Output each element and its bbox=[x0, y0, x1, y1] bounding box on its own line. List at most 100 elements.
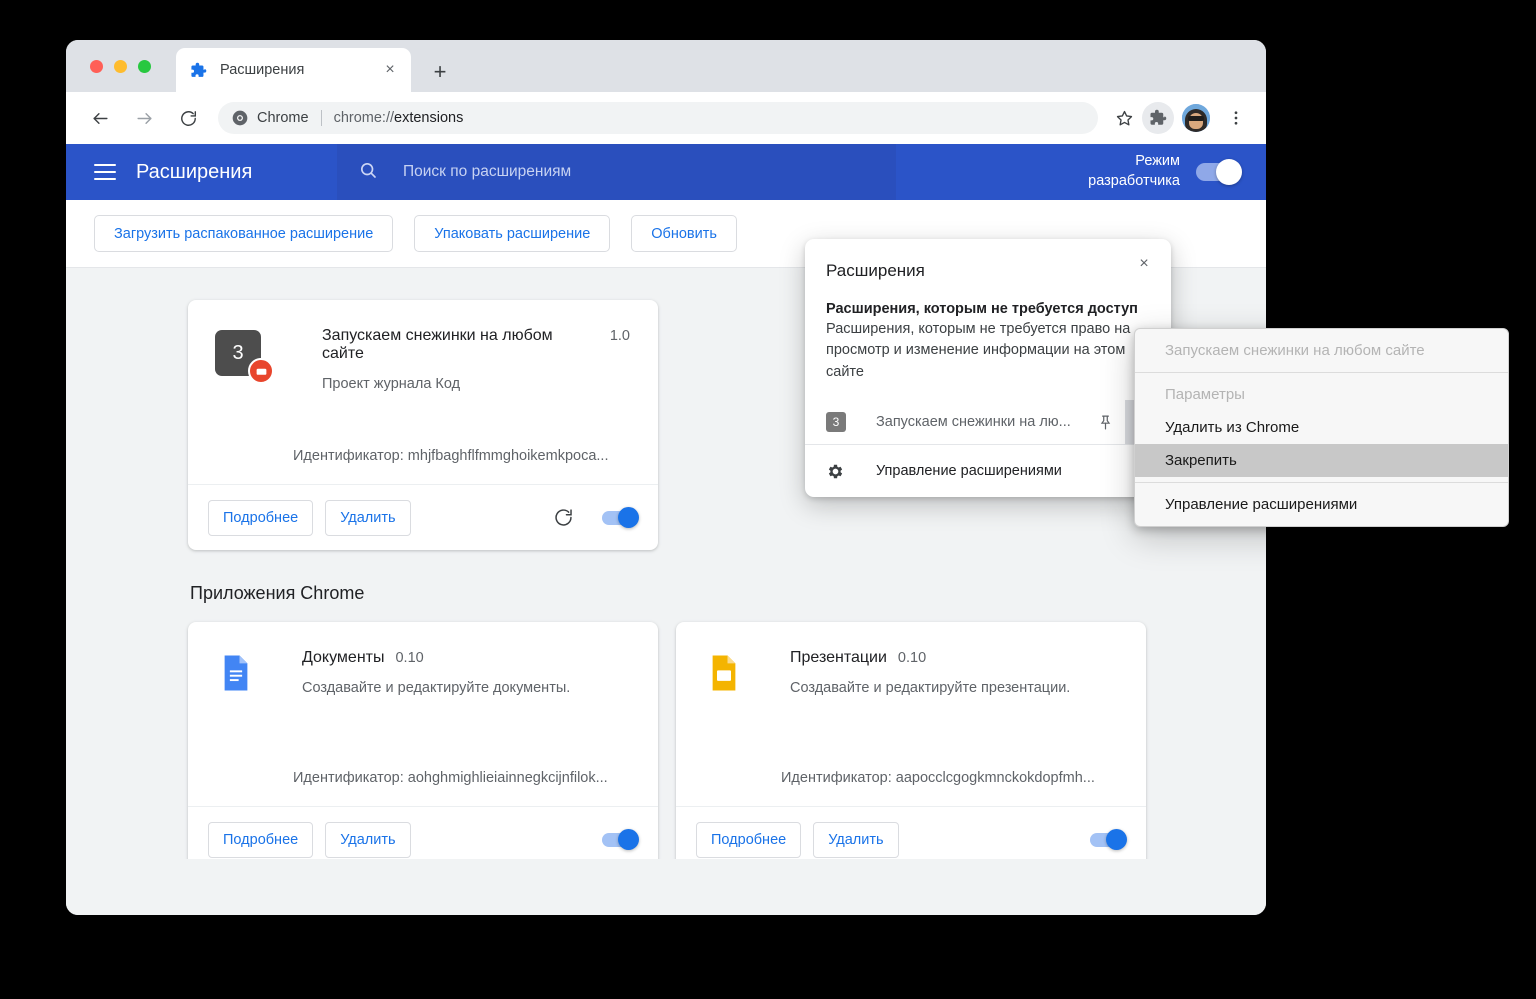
app-name: Документы bbox=[302, 649, 384, 667]
context-menu-item-pin[interactable]: Закрепить bbox=[1135, 444, 1508, 477]
context-menu-separator bbox=[1135, 482, 1508, 483]
extension-version: 1.0 bbox=[610, 328, 630, 344]
close-icon[interactable]: × bbox=[1131, 251, 1157, 277]
omnibox-divider bbox=[321, 110, 322, 126]
developer-mode-toggle[interactable] bbox=[1196, 163, 1240, 181]
url-path: extensions bbox=[394, 110, 463, 126]
google-slides-icon bbox=[703, 681, 745, 698]
developer-mode-control: Режим разработчика bbox=[1088, 144, 1240, 200]
new-tab-button[interactable]: + bbox=[426, 58, 454, 86]
avatar-glasses bbox=[1188, 116, 1204, 121]
back-arrow-icon[interactable] bbox=[84, 102, 116, 134]
load-unpacked-button[interactable]: Загрузить распакованное расширение bbox=[94, 215, 393, 252]
developer-mode-label: Режим разработчика bbox=[1088, 152, 1180, 191]
close-icon[interactable]: × bbox=[379, 59, 401, 81]
extensions-toolbar-button[interactable] bbox=[1142, 102, 1174, 134]
forward-arrow-icon[interactable] bbox=[128, 102, 160, 134]
apps-row: Документы 0.10 Создавайте и редактируйте… bbox=[188, 622, 1266, 859]
address-bar[interactable]: Chrome chrome://extensions bbox=[218, 102, 1098, 134]
tab-title: Расширения bbox=[220, 62, 379, 78]
tab-strip: Расширения × + bbox=[66, 40, 1266, 92]
app-version: 0.10 bbox=[898, 650, 926, 666]
reload-icon[interactable] bbox=[172, 102, 204, 134]
manage-extensions-item[interactable]: Управление расширениями bbox=[805, 445, 1171, 497]
remove-button[interactable]: Удалить bbox=[325, 500, 410, 536]
apps-section-title: Приложения Chrome bbox=[190, 583, 1266, 604]
browser-toolbar: Chrome chrome://extensions bbox=[66, 92, 1266, 144]
app-card: Презентации 0.10 Создавайте и редактируй… bbox=[676, 622, 1146, 859]
card-footer: Подробнее Удалить bbox=[676, 806, 1146, 859]
extension-name: Запускаем снежинки на лю... bbox=[876, 414, 1091, 430]
star-icon[interactable] bbox=[1108, 102, 1140, 134]
details-button[interactable]: Подробнее bbox=[208, 822, 313, 858]
details-button[interactable]: Подробнее bbox=[208, 500, 313, 536]
card-title-line: Презентации 0.10 bbox=[790, 649, 1118, 667]
pack-extension-button[interactable]: Упаковать расширение bbox=[414, 215, 610, 252]
card-footer: Подробнее Удалить bbox=[188, 806, 658, 859]
app-enabled-toggle[interactable] bbox=[1090, 833, 1124, 847]
search-icon bbox=[358, 160, 378, 185]
context-menu-item-options: Параметры bbox=[1135, 378, 1508, 411]
extension-icon-wrap: 3 bbox=[215, 327, 271, 484]
extension-icon: 3 bbox=[826, 412, 846, 432]
app-version: 0.10 bbox=[395, 650, 423, 666]
card-footer: Подробнее Удалить bbox=[188, 484, 658, 550]
extension-id: Идентификатор: mhjfbaghflfmmghoikemkpoca… bbox=[293, 448, 638, 464]
popup-extension-row[interactable]: 3 Запускаем снежинки на лю... bbox=[805, 400, 1171, 444]
extension-warning-badge-icon bbox=[248, 358, 274, 384]
page-title: Расширения bbox=[136, 161, 252, 184]
extension-enabled-toggle[interactable] bbox=[602, 511, 636, 525]
context-menu-item-manage-extensions[interactable]: Управление расширениями bbox=[1135, 488, 1508, 521]
user-avatar[interactable] bbox=[1182, 104, 1210, 132]
popup-section-description: Расширения, которым не требуется право н… bbox=[826, 319, 1150, 383]
details-button[interactable]: Подробнее bbox=[696, 822, 801, 858]
toggle-knob bbox=[618, 507, 639, 528]
app-description: Создавайте и редактируйте документы. bbox=[302, 679, 630, 699]
google-docs-icon bbox=[215, 681, 257, 698]
maximize-window-button[interactable] bbox=[138, 60, 151, 73]
context-menu-separator bbox=[1135, 372, 1508, 373]
chrome-logo-icon bbox=[232, 110, 248, 126]
tab-extensions[interactable]: Расширения × bbox=[176, 48, 411, 92]
app-description: Создавайте и редактируйте презентации. bbox=[790, 679, 1118, 699]
toolbar-right-actions bbox=[1108, 102, 1252, 134]
browser-window: Расширения × + bbox=[66, 40, 1266, 915]
app-id: Идентификатор: aapocclcgogkmnckokdopfmh.… bbox=[781, 770, 1126, 786]
site-label: Chrome bbox=[257, 110, 309, 126]
popup-header: Расширения × bbox=[805, 239, 1171, 281]
close-window-button[interactable] bbox=[90, 60, 103, 73]
window-controls bbox=[90, 60, 151, 73]
extension-name: Запускаем снежинки на любом сайте bbox=[322, 327, 599, 363]
three-dot-menu-icon[interactable] bbox=[1220, 102, 1252, 134]
search-input[interactable]: Поиск по расширениям bbox=[337, 144, 896, 200]
update-button[interactable]: Обновить bbox=[631, 215, 737, 252]
extension-card: 3 Запускаем снежинки на любом сайте 1.0 bbox=[188, 300, 658, 550]
app-enabled-toggle[interactable] bbox=[602, 833, 636, 847]
app-id: Идентификатор: aohghmighlieiainnegkcijnf… bbox=[293, 770, 638, 786]
toggle-knob bbox=[1216, 159, 1242, 185]
app-icon-wrap bbox=[703, 649, 759, 806]
app-name: Презентации bbox=[790, 649, 887, 667]
context-menu-item-remove-from-chrome[interactable]: Удалить из Chrome bbox=[1135, 411, 1508, 444]
extensions-page-header: Расширения Поиск по расширениям Режим ра… bbox=[66, 144, 1266, 200]
app-card: Документы 0.10 Создавайте и редактируйте… bbox=[188, 622, 658, 859]
popup-title: Расширения bbox=[826, 261, 1150, 281]
card-title-line: Запускаем снежинки на любом сайте 1.0 bbox=[322, 327, 630, 363]
remove-button[interactable]: Удалить bbox=[325, 822, 410, 858]
minimize-window-button[interactable] bbox=[114, 60, 127, 73]
gear-icon bbox=[826, 462, 848, 481]
card-title-line: Документы 0.10 bbox=[302, 649, 630, 667]
remove-button[interactable]: Удалить bbox=[813, 822, 898, 858]
manage-extensions-label: Управление расширениями bbox=[876, 463, 1062, 479]
url-text: chrome://extensions bbox=[334, 110, 464, 126]
pin-icon[interactable] bbox=[1091, 408, 1119, 436]
extensions-popup: Расширения × Расширения, которым не треб… bbox=[805, 239, 1171, 497]
reload-icon[interactable] bbox=[553, 507, 574, 528]
toggle-knob bbox=[1106, 829, 1127, 850]
hamburger-icon[interactable] bbox=[94, 164, 116, 180]
toggle-knob bbox=[618, 829, 639, 850]
extension-description: Проект журнала Код bbox=[322, 375, 630, 395]
extensions-page: Расширения Поиск по расширениям Режим ра… bbox=[66, 144, 1266, 915]
extension-context-menu: Запускаем снежинки на любом сайте Параме… bbox=[1134, 328, 1509, 527]
url-scheme: chrome:// bbox=[334, 110, 394, 126]
